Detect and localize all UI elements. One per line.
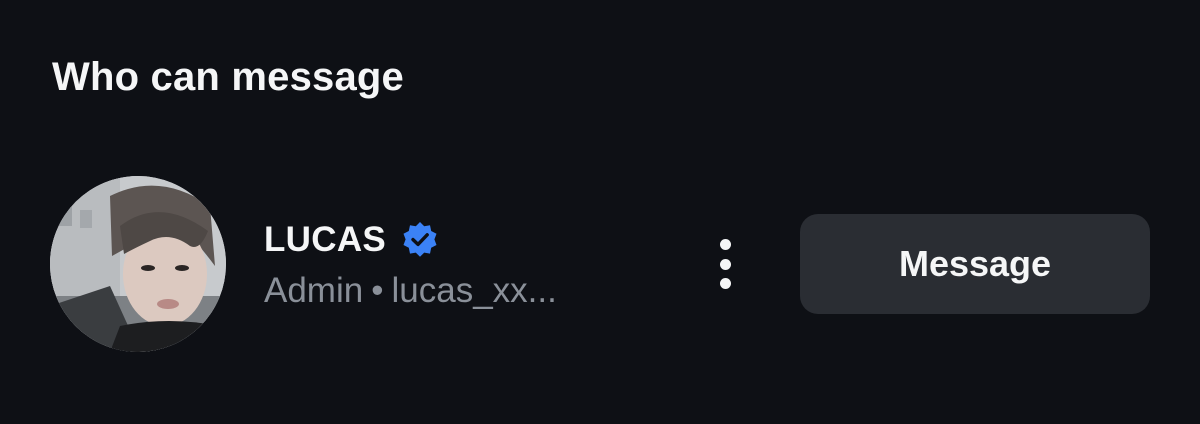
vertical-ellipsis-icon [719, 258, 731, 270]
avatar[interactable] [50, 176, 226, 352]
member-meta: Admin • lucas_xx... [264, 268, 684, 314]
member-info: LUCAS Admin • lucas_xx... [264, 218, 684, 314]
member-row[interactable]: LUCAS Admin • lucas_xx... Message [50, 176, 1150, 354]
who-can-message-screen: Who can message LUCAS Admin • lucas_xx..… [0, 0, 1200, 424]
meta-separator: • [371, 271, 384, 310]
name-line: LUCAS [264, 218, 684, 262]
message-button[interactable]: Message [800, 214, 1150, 314]
vertical-ellipsis-icon [719, 278, 731, 289]
verified-badge-icon [400, 220, 440, 260]
vertical-ellipsis-icon [719, 239, 731, 250]
member-name: LUCAS [264, 220, 387, 259]
section-title: Who can message [52, 55, 405, 99]
member-role: Admin [264, 271, 364, 310]
member-username: lucas_xx... [391, 271, 557, 310]
avatar-photo [50, 176, 226, 352]
more-options-button[interactable] [700, 231, 750, 297]
